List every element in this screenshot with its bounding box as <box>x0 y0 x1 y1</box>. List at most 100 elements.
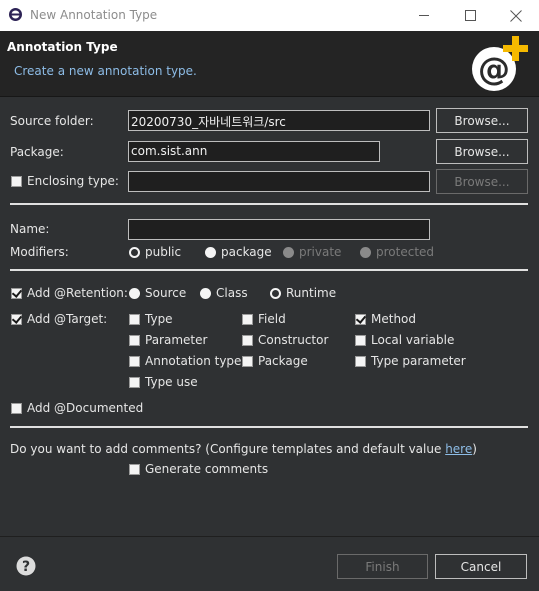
modifier-package-radio[interactable] <box>205 246 216 258</box>
window-titlebar: New Annotation Type <box>0 0 539 31</box>
target-option[interactable]: Add @Target: <box>11 312 107 326</box>
target-field-label: Field <box>258 312 286 326</box>
footer-separator <box>0 536 539 537</box>
source-folder-field[interactable]: 20200730_자바네트워크/src <box>128 110 430 131</box>
help-icon: ? <box>16 556 36 576</box>
target-type-checkbox[interactable] <box>129 313 140 325</box>
retention-runtime-label: Runtime <box>286 286 337 300</box>
target-package-option[interactable]: Package <box>242 354 308 368</box>
minimize-icon <box>418 15 429 16</box>
close-icon <box>510 9 522 22</box>
page-title: Annotation Type <box>7 40 118 54</box>
target-type-parameter-checkbox[interactable] <box>355 355 366 367</box>
modifier-protected-option[interactable]: protected <box>360 245 434 259</box>
new-annotation-icon: @ <box>468 33 532 96</box>
target-annotation-type-label: Annotation type <box>145 354 242 368</box>
modifier-public-label: public <box>145 245 182 259</box>
retention-runtime-radio[interactable] <box>270 287 281 299</box>
maximize-icon <box>464 10 476 21</box>
target-label: Add @Target: <box>27 312 108 326</box>
generate-comments-label: Generate comments <box>145 462 269 476</box>
target-package-checkbox[interactable] <box>242 355 253 367</box>
enclosing-type-field[interactable] <box>128 171 430 192</box>
target-constructor-checkbox[interactable] <box>242 334 253 346</box>
name-field[interactable] <box>128 219 430 240</box>
target-type-use-option[interactable]: Type use <box>129 375 198 389</box>
target-annotation-type-checkbox[interactable] <box>129 355 140 367</box>
target-constructor-option[interactable]: Constructor <box>242 333 328 347</box>
retention-runtime-option[interactable]: Runtime <box>270 286 336 300</box>
svg-text:?: ? <box>22 559 30 575</box>
source-folder-browse-button[interactable]: Browse... <box>436 108 528 133</box>
retention-class-option[interactable]: Class <box>200 286 248 300</box>
documented-option[interactable]: Add @Documented <box>11 401 143 415</box>
enclosing-type-checkbox[interactable] <box>11 175 22 187</box>
target-local-variable-checkbox[interactable] <box>355 334 366 346</box>
target-type-parameter-label: Type parameter <box>371 354 466 368</box>
target-checkbox[interactable] <box>11 313 22 325</box>
target-type-option[interactable]: Type <box>129 312 173 326</box>
modifier-public-radio[interactable] <box>129 246 140 258</box>
generate-comments-option[interactable]: Generate comments <box>129 462 268 476</box>
comments-question: Do you want to add comments? (Configure … <box>10 442 477 456</box>
modifier-private-label: private <box>299 245 342 259</box>
target-type-use-checkbox[interactable] <box>129 376 140 388</box>
enclosing-type-label: Enclosing type: <box>27 174 119 188</box>
target-type-use-label: Type use <box>145 375 198 389</box>
target-field-option[interactable]: Field <box>242 312 286 326</box>
modifier-package-label: package <box>221 245 272 259</box>
documented-checkbox[interactable] <box>11 402 22 414</box>
target-parameter-checkbox[interactable] <box>129 334 140 346</box>
modifier-package-option[interactable]: package <box>205 245 272 259</box>
retention-source-radio[interactable] <box>129 287 140 299</box>
page-subtitle: Create a new annotation type. <box>14 64 197 78</box>
finish-button[interactable]: Finish <box>337 554 428 579</box>
modifier-private-option[interactable]: private <box>283 245 341 259</box>
retention-class-label: Class <box>216 286 248 300</box>
header-separator <box>0 96 539 97</box>
name-label: Name: <box>10 222 50 236</box>
maximize-button[interactable] <box>447 0 493 31</box>
cancel-button[interactable]: Cancel <box>435 554 527 579</box>
target-type-label: Type <box>145 312 173 326</box>
retention-option[interactable]: Add @Retention: <box>11 286 128 300</box>
target-parameter-option[interactable]: Parameter <box>129 333 207 347</box>
window-title: New Annotation Type <box>30 8 158 22</box>
comments-question-close: ) <box>472 442 477 456</box>
minimize-button[interactable] <box>401 0 447 31</box>
target-package-label: Package <box>258 354 308 368</box>
modifier-public-option[interactable]: public <box>129 245 181 259</box>
modifier-protected-label: protected <box>376 245 435 259</box>
enclosing-type-browse-button[interactable]: Browse... <box>436 169 528 194</box>
target-field-checkbox[interactable] <box>242 313 253 325</box>
target-parameter-label: Parameter <box>145 333 208 347</box>
retention-checkbox[interactable] <box>11 287 22 299</box>
separator <box>10 269 528 271</box>
comments-question-text: Do you want to add comments? (Configure … <box>10 442 446 456</box>
separator <box>10 203 528 205</box>
target-method-checkbox[interactable] <box>355 313 366 325</box>
modifier-protected-radio[interactable] <box>360 246 371 258</box>
target-type-parameter-option[interactable]: Type parameter <box>355 354 466 368</box>
retention-source-option[interactable]: Source <box>129 286 186 300</box>
target-local-variable-option[interactable]: Local variable <box>355 333 454 347</box>
target-method-label: Method <box>371 312 417 326</box>
configure-templates-link[interactable]: here <box>445 442 472 456</box>
enclosing-type-option[interactable]: Enclosing type: <box>11 174 119 188</box>
modifier-private-radio[interactable] <box>283 246 294 258</box>
separator <box>10 426 528 428</box>
help-button[interactable]: ? <box>16 556 36 579</box>
retention-label: Add @Retention: <box>27 286 128 300</box>
eclipse-app-icon <box>8 7 23 25</box>
generate-comments-checkbox[interactable] <box>129 463 140 475</box>
target-local-variable-label: Local variable <box>371 333 455 347</box>
package-label: Package: <box>10 145 64 159</box>
package-browse-button[interactable]: Browse... <box>436 139 528 164</box>
package-field[interactable]: com.sist.ann <box>128 141 380 162</box>
documented-label: Add @Documented <box>27 401 144 415</box>
retention-source-label: Source <box>145 286 187 300</box>
retention-class-radio[interactable] <box>200 287 211 299</box>
target-method-option[interactable]: Method <box>355 312 416 326</box>
close-button[interactable] <box>493 0 539 31</box>
target-annotation-type-option[interactable]: Annotation type <box>129 354 241 368</box>
